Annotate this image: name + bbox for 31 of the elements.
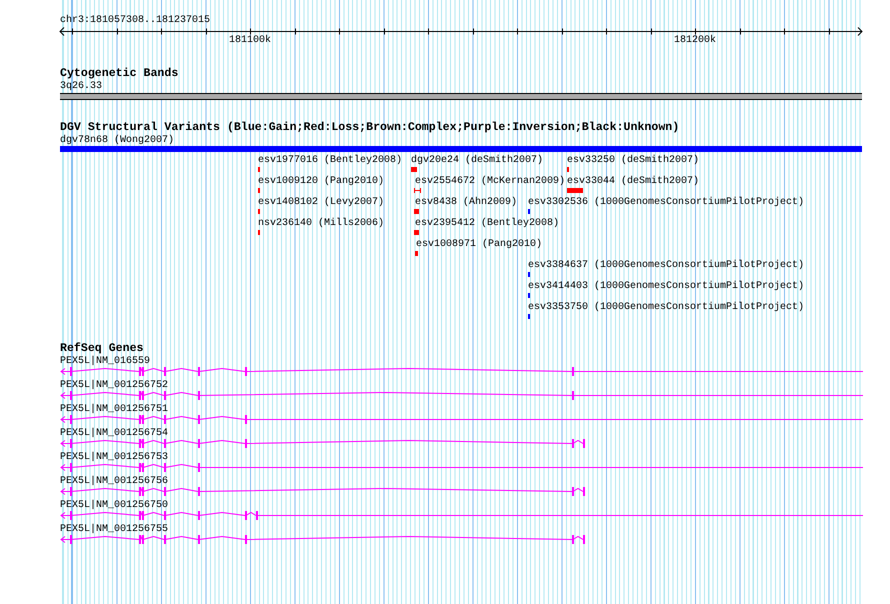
gene-label: PEX5L|NM_001256751 [60,404,168,415]
track-title: RefSeq Genes [60,343,144,355]
variant-label: esv1009120 (Pang2010) [258,176,384,187]
variant-label: esv33044 (deSmith2007) [567,176,700,187]
variant-label: esv2554672 (McKernan2009) [415,176,566,187]
variant-label: esv3384637 (1000GenomesConsortiumPilotProject) [528,260,804,271]
variant-label: nsv236140 (Mills2006) [258,218,384,229]
position-label: chr3:181057308..181237015 [60,15,210,26]
gene-label: PEX5L|NM_001256755 [60,524,168,535]
variant-label: dgv78n68 (Wong2007) [60,135,174,146]
tick-label: 181200k [674,35,716,46]
variant-label: esv1977016 (Bentley2008) [258,155,402,166]
variant-label: esv3353750 (1000GenomesConsortiumPilotProject) [528,302,804,313]
variant-label: esv3302536 (1000GenomesConsortiumPilotProject) [528,197,804,208]
variant-label: esv3414403 (1000GenomesConsortiumPilotProject) [528,281,804,292]
variant-label: esv33250 (deSmith2007) [567,155,700,166]
variant-label: esv1008971 (Pang2010) [416,239,542,250]
track-title: DGV Structural Variants (Blue:Gain;Red:Loss;Brown:Complex;Purple:Inversion;Black:Unknown) [60,122,680,134]
gene-label: PEX5L|NM_001256754 [60,428,168,439]
variant-label: dgv20e24 (deSmith2007) [411,155,544,166]
track-title: Cytogenetic Bands [60,68,178,80]
variant-label: esv8438 (Ahn2009) [415,197,518,208]
variant-label: esv1408102 (Levy2007) [258,197,384,208]
gene-label: PEX5L|NM_001256750 [60,500,168,511]
tick-label: 181100k [229,35,271,46]
gene-label: PEX5L|NM_001256752 [60,380,168,391]
band-label: 3q26.33 [60,81,102,92]
gene-label: PEX5L|NM_016559 [60,356,150,367]
gene-label: PEX5L|NM_001256756 [60,476,168,487]
variant-label: esv2395412 (Bentley2008) [415,218,560,229]
gene-label: PEX5L|NM_001256753 [60,452,168,463]
